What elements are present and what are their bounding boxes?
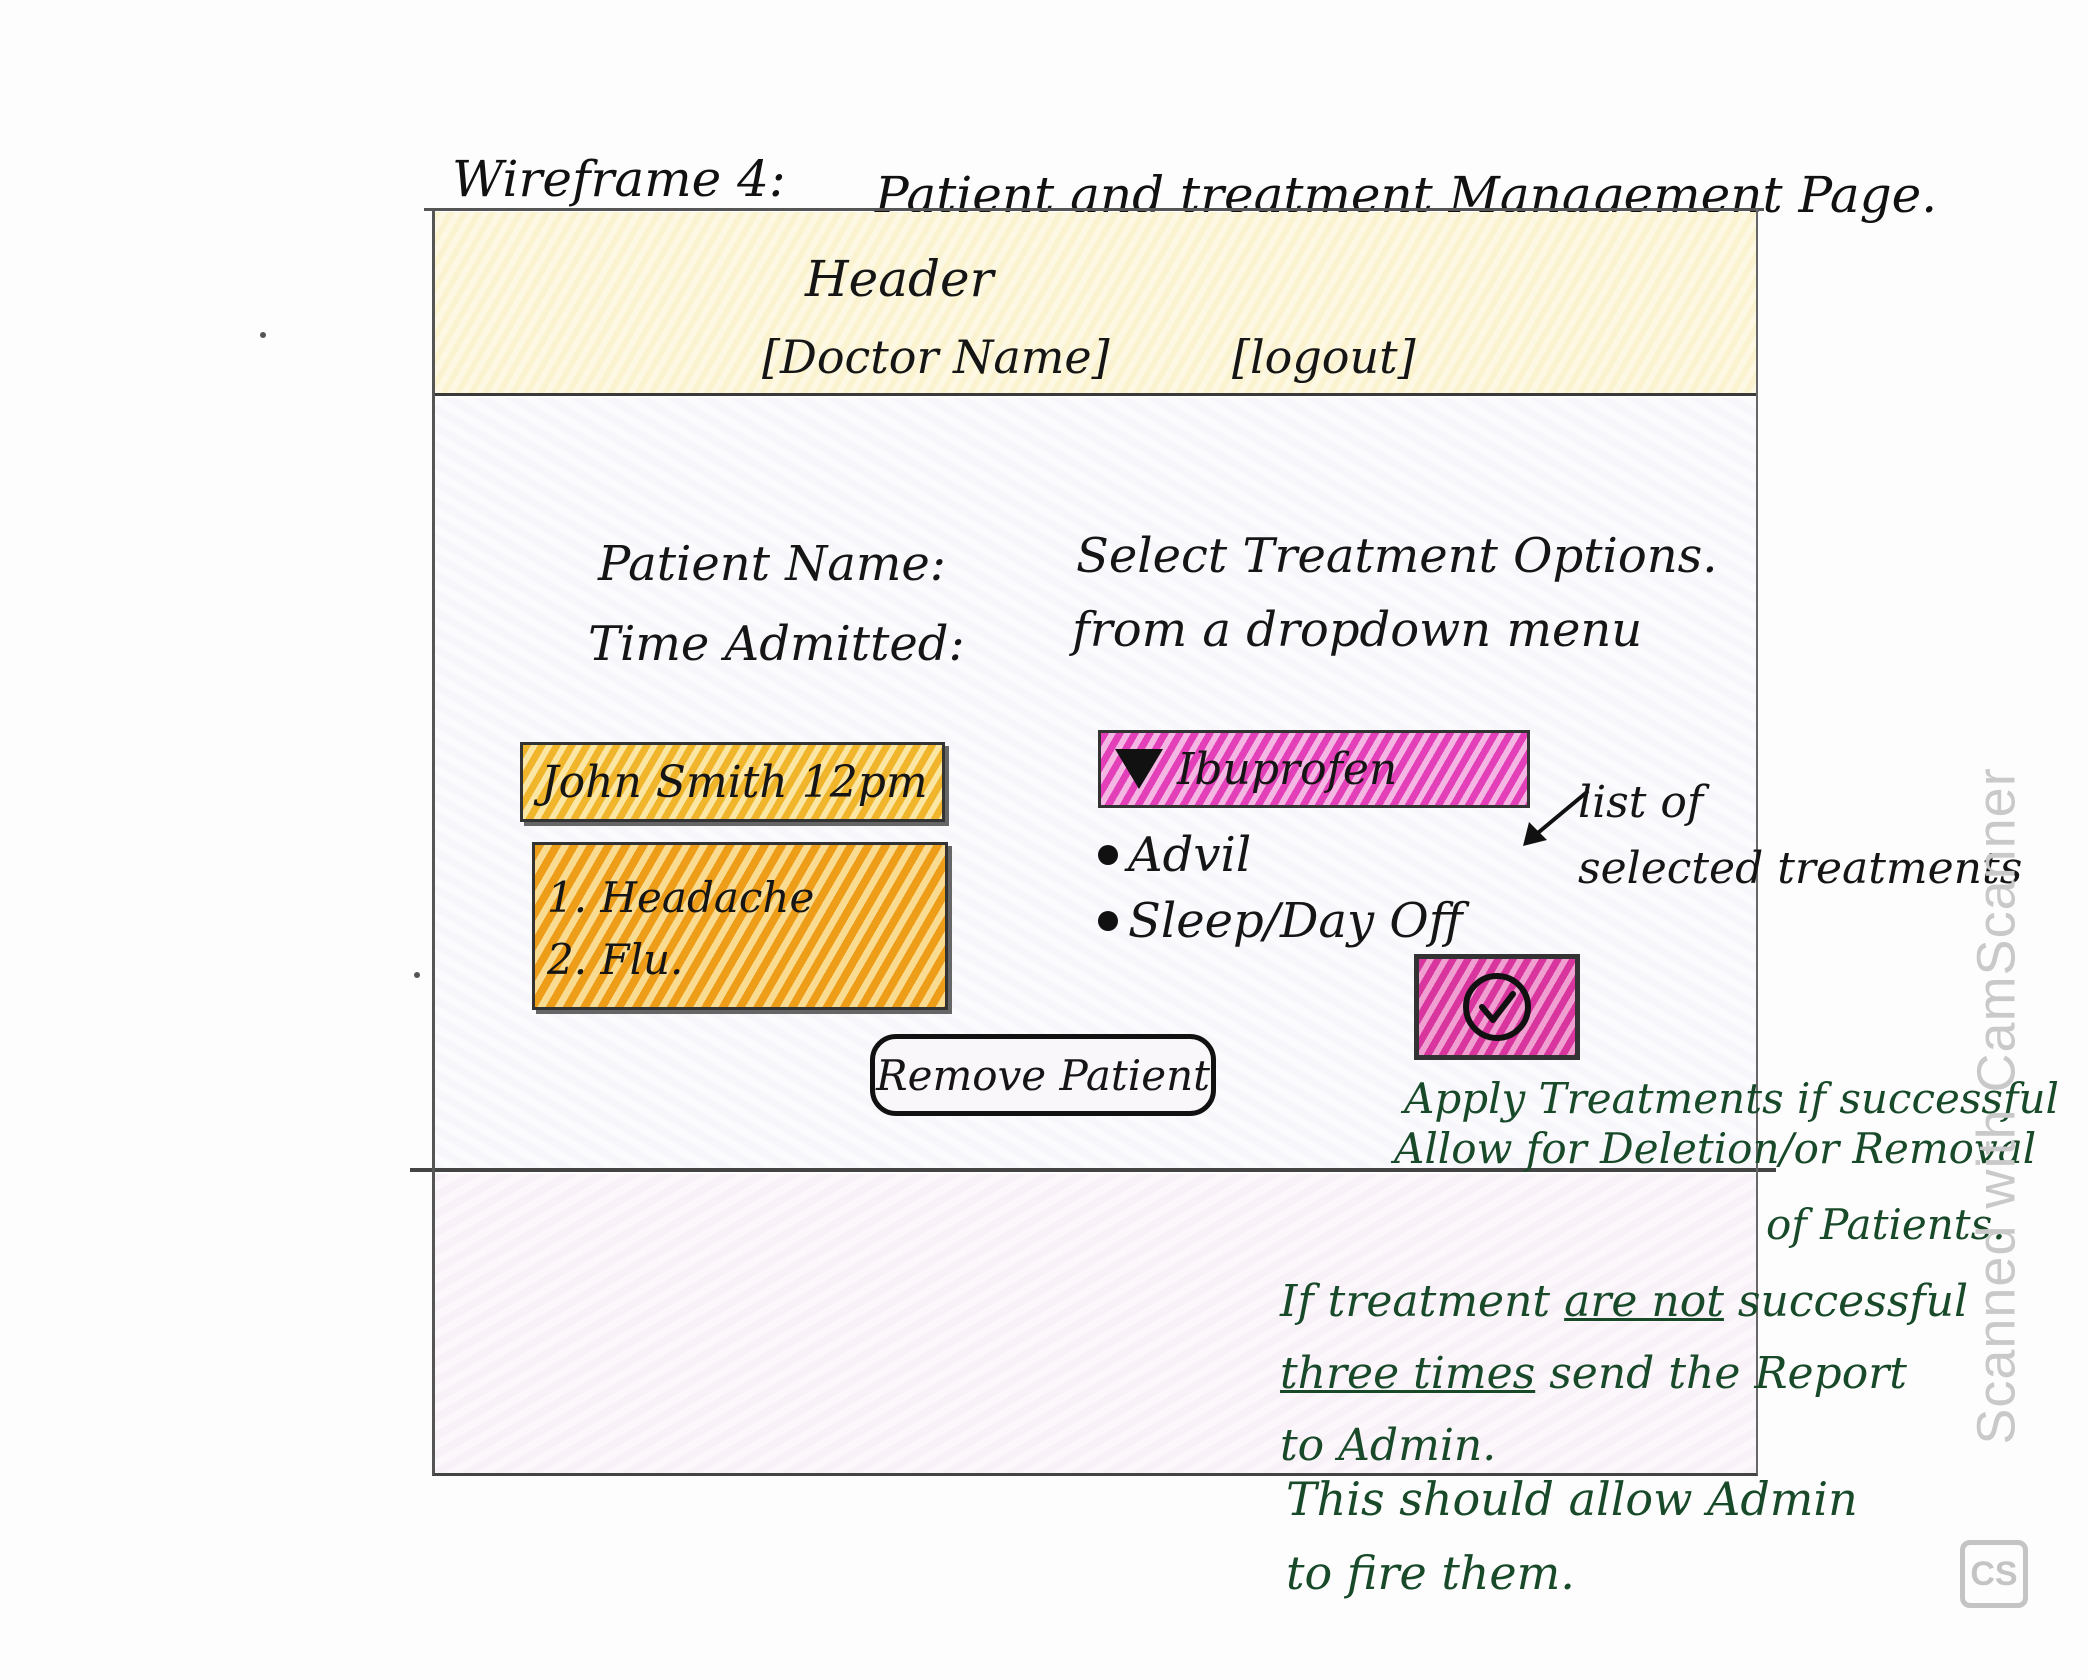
time-admitted-label: Time Admitted: bbox=[588, 616, 965, 672]
treatment-instruction: Select Treatment Options. bbox=[1076, 528, 1718, 584]
header-label: Header bbox=[805, 250, 994, 308]
bullet-icon bbox=[1098, 911, 1118, 931]
report-note: If treatment are not successful three ti… bbox=[1280, 1276, 1969, 1471]
caret-down-icon bbox=[1115, 749, 1163, 789]
patient-record[interactable]: John Smith 12pm bbox=[520, 742, 945, 822]
list-item: Advil bbox=[1098, 822, 1463, 888]
logout-link[interactable]: [logout] bbox=[1232, 330, 1416, 384]
scanner-watermark: Scanned with CamScanner bbox=[1967, 767, 2028, 1445]
treatment-instruction-2: from a dropdown menu bbox=[1072, 602, 1643, 658]
list-item: Sleep/Day Off bbox=[1098, 888, 1463, 954]
apply-note: Apply Treatments if successful bbox=[1404, 1074, 2059, 1123]
list-annotation: list of selected treatments bbox=[1578, 777, 2023, 894]
paper-speck bbox=[260, 332, 266, 338]
selected-treatments-list: Advil Sleep/Day Off bbox=[1098, 822, 1463, 954]
dropdown-selected: Ibuprofen bbox=[1177, 743, 1398, 795]
symptom-item: 1. Headache bbox=[547, 873, 815, 922]
treatment-dropdown[interactable]: Ibuprofen bbox=[1098, 730, 1530, 808]
remove-patient-button[interactable]: Remove Patient bbox=[870, 1034, 1216, 1116]
camscanner-logo-icon: CS bbox=[1960, 1540, 2028, 1608]
paper-speck bbox=[414, 972, 420, 978]
deletion-note: Allow for Deletion/or Removal bbox=[1394, 1124, 2037, 1173]
symptom-item: 2. Flu. bbox=[547, 935, 684, 984]
admin-note: This should allow Admin to fire them. bbox=[1286, 1472, 1858, 1600]
symptom-list[interactable]: 1. Headache 2. Flu. bbox=[532, 842, 948, 1010]
patient-name-label: Patient Name: bbox=[598, 536, 946, 592]
bullet-icon bbox=[1098, 845, 1118, 865]
doctor-name: [Doctor Name] bbox=[762, 330, 1110, 384]
wireframe-label: Wireframe 4: bbox=[452, 150, 786, 208]
check-circle-icon bbox=[1463, 973, 1531, 1041]
apply-treatment-button[interactable] bbox=[1414, 954, 1580, 1060]
